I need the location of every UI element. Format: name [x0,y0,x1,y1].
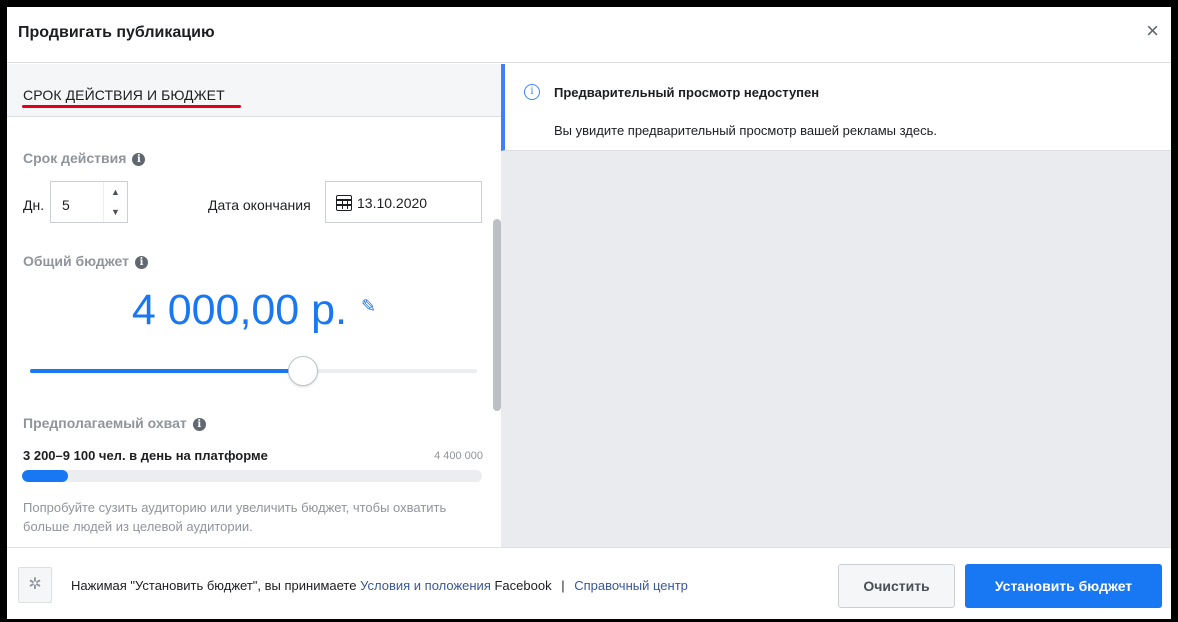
reach-bar-fill [22,470,68,482]
close-icon[interactable]: × [1146,19,1159,43]
scrollbar[interactable] [493,219,501,411]
info-icon[interactable]: i [132,153,146,166]
clear-button[interactable]: Очистить [838,564,955,608]
notice-body: Вы увидите предварительный просмотр ваше… [554,123,938,138]
budget-label-row: Общий бюджет i [23,253,148,269]
increment-icon[interactable]: ▲ [104,182,127,202]
terms-suffix: Facebook [494,578,552,593]
days-stepper[interactable]: 5 ▲ ▼ [50,181,128,223]
dialog-header: Продвигать публикацию × [7,7,1171,63]
terms-prefix: Нажимая "Установить бюджет", вы принимае… [71,578,357,593]
reach-max: 4 400 000 [434,450,483,462]
reach-label: Предполагаемый охват [23,415,187,431]
budget-amount-row: 4 000,00 р. ✎ [7,286,501,335]
info-icon[interactable]: i [134,256,148,269]
days-value[interactable]: 5 [62,197,70,213]
pencil-icon[interactable]: ✎ [361,296,376,317]
terms-separator: | [561,578,565,593]
notice-title: Предварительный просмотр недоступен [554,85,820,100]
reach-hint: Попробуйте сузить аудиторию или увеличит… [23,500,447,534]
info-icon[interactable]: i [192,418,206,431]
set-budget-button[interactable]: Установить бюджет [965,564,1162,608]
budget-slider[interactable] [30,356,477,386]
decrement-icon[interactable]: ▼ [104,202,127,222]
reach-estimate: 3 200–9 100 чел. в день на платформе [23,448,268,463]
section-title-underline [22,105,241,108]
days-label: Дн. [23,197,45,213]
dialog-footer: ✲ Нажимая "Установить бюджет", вы приним… [7,547,1171,619]
dialog-title: Продвигать публикацию [18,24,215,41]
calendar-icon [336,195,352,211]
terms-text: Нажимая "Установить бюджет", вы принимае… [71,578,688,593]
budget-label: Общий бюджет [23,253,129,269]
reach-bar [22,470,482,482]
preview-notice: i Предварительный просмотр недоступен Вы… [501,64,1171,151]
budget-amount[interactable]: 4 000,00 р. [132,286,347,334]
section-title: СРОК ДЕЙСТВИЯ И БЮДЖЕТ [23,87,225,103]
end-date-label: Дата окончания [208,197,311,213]
stepper-controls: ▲ ▼ [103,182,127,222]
budget-slider-thumb[interactable] [287,356,318,386]
promote-post-dialog: Продвигать публикацию × СРОК ДЕЙСТВИЯ И … [7,7,1171,619]
duration-label-row: Срок действия i [23,150,146,166]
duration-budget-panel: СРОК ДЕЙСТВИЯ И БЮДЖЕТ Срок действия i Дн… [7,64,501,547]
info-circle-icon: i [524,84,540,100]
help-center-link[interactable]: Справочный центр [574,578,688,593]
end-date-value[interactable]: 13.10.2020 [357,195,427,211]
terms-link[interactable]: Условия и положения [360,578,491,593]
section-header: СРОК ДЕЙСТВИЯ И БЮДЖЕТ [7,64,501,117]
gear-icon[interactable]: ✲ [18,567,52,603]
reach-label-row: Предполагаемый охват i [23,415,206,431]
duration-label: Срок действия [23,150,127,166]
end-date-field[interactable]: 13.10.2020 [325,181,482,223]
budget-slider-fill [30,369,303,373]
preview-panel: i Предварительный просмотр недоступен Вы… [501,64,1171,547]
